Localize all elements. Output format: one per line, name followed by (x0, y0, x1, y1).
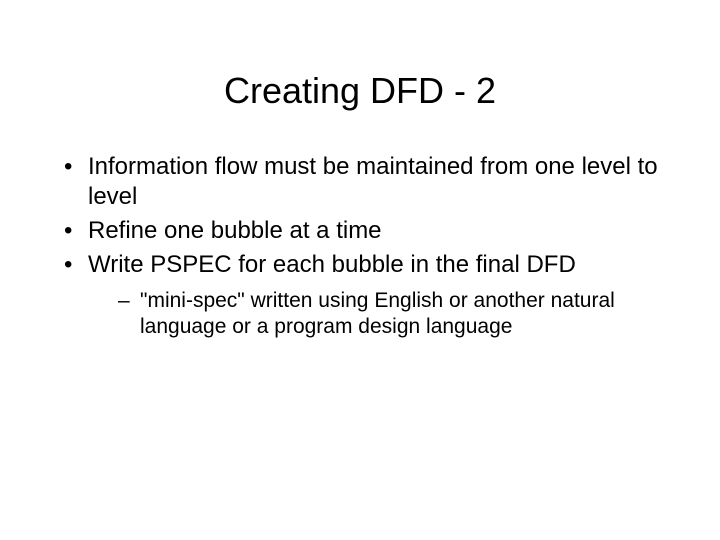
sub-bullet-text: "mini-spec" written using English or ano… (140, 289, 615, 338)
sub-bullet-list: "mini-spec" written using English or ano… (116, 288, 660, 341)
bullet-item: Refine one bubble at a time (60, 216, 660, 246)
bullet-text: Write PSPEC for each bubble in the final… (88, 251, 576, 278)
bullet-list: Information flow must be maintained from… (60, 152, 660, 341)
slide-title: Creating DFD - 2 (0, 70, 720, 112)
bullet-item: Write PSPEC for each bubble in the final… (60, 250, 660, 341)
slide-content: Information flow must be maintained from… (60, 152, 660, 341)
bullet-item: Information flow must be maintained from… (60, 152, 660, 212)
slide: Creating DFD - 2 Information flow must b… (0, 70, 720, 540)
sub-bullet-item: "mini-spec" written using English or ano… (116, 288, 660, 341)
bullet-text: Information flow must be maintained from… (88, 153, 658, 210)
bullet-text: Refine one bubble at a time (88, 217, 382, 244)
